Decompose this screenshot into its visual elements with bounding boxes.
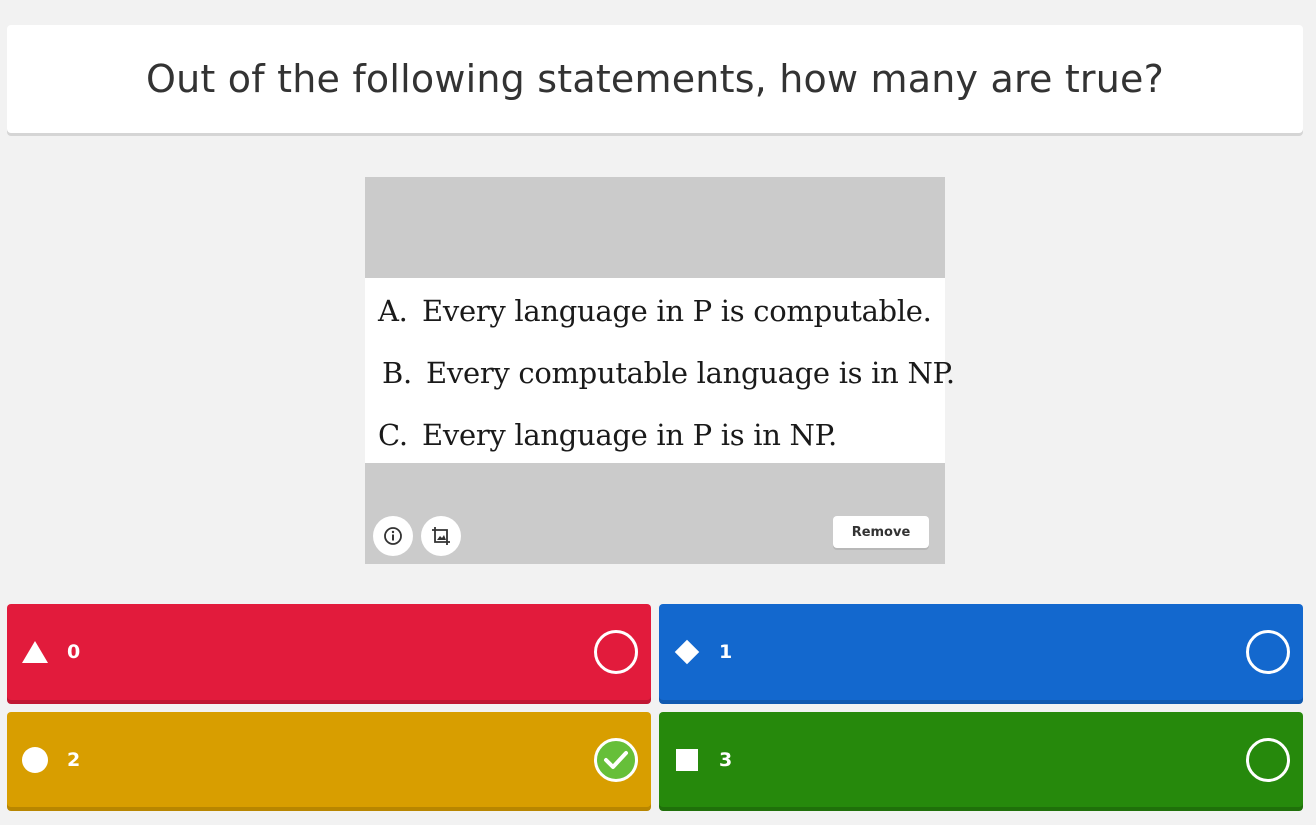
statement-text: Every language in P is computable. [422,294,932,328]
crop-image-button[interactable] [421,516,461,556]
triangle-icon [21,638,49,666]
statement-letter: B. [382,356,412,390]
correct-toggle[interactable] [1246,630,1290,674]
square-icon [673,746,701,774]
checkmark-icon [604,750,628,769]
answer-option-3[interactable]: 3 [659,712,1303,807]
answer-option-2[interactable]: 2 [7,712,651,807]
question-image: A. Every language in P is computable. B. E… [365,177,955,564]
crop-image-icon [432,527,450,545]
statement-letter: C. [378,418,408,452]
image-info-button[interactable] [373,516,413,556]
answer-label: 2 [67,748,81,771]
circle-icon [21,746,49,774]
statement-b: B. Every computable language is in NP. [382,356,955,390]
correct-toggle[interactable] [1246,737,1290,782]
remove-image-button[interactable]: Remove [833,516,929,548]
correct-toggle[interactable] [594,737,638,782]
statements-image: A. Every language in P is computable. B. E… [365,278,955,463]
correct-toggle[interactable] [594,630,638,674]
answer-label: 0 [67,641,81,663]
question-title[interactable]: Out of the following statements, how man… [146,57,1164,101]
answer-label: 3 [719,748,733,771]
statement-text: Every computable language is in NP. [426,356,955,390]
answer-label: 1 [719,641,733,663]
statement-a: A. Every language in P is computable. [378,294,932,328]
answer-option-0[interactable]: 0 [7,604,651,700]
statement-text: Every language in P is in NP. [422,418,837,452]
info-icon [384,527,402,545]
question-card[interactable]: Out of the following statements, how man… [7,25,1303,133]
answer-option-1[interactable]: 1 [659,604,1303,700]
statement-letter: A. [378,294,408,328]
diamond-icon [673,638,701,666]
statement-c: C. Every language in P is in NP. [378,418,837,452]
